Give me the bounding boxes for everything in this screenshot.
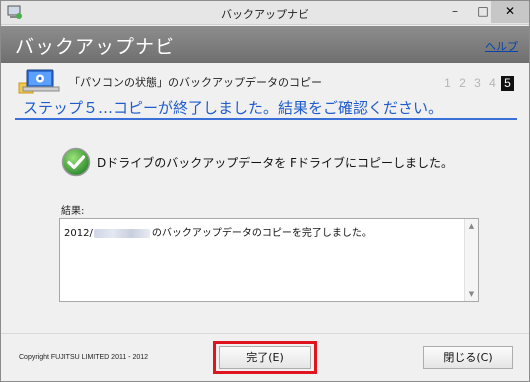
success-check-icon — [61, 147, 91, 177]
footer-divider — [1, 333, 529, 334]
close-window-button[interactable]: ✕ — [491, 1, 529, 23]
title-bar: バックアップナビ – □ ✕ — [1, 1, 529, 25]
step-number: 4 — [489, 76, 496, 90]
minimize-button[interactable]: – — [441, 1, 469, 23]
completion-message: Dドライブのバックアップデータを Fドライブにコピーしました。 — [97, 156, 453, 170]
result-text: 2012/のバックアップデータのコピーを完了しました。 — [64, 224, 372, 239]
header-band: バックアップナビ ヘルプ — [1, 26, 529, 63]
step-heading: ステップ５…コピーが終了しました。結果をご確認ください。 — [23, 99, 444, 117]
scroll-up-icon[interactable]: ▲ — [465, 219, 478, 233]
backup-navi-window: バックアップナビ – □ ✕ バックアップナビ ヘルプ 「パソコンの状態」のバッ… — [0, 0, 530, 382]
step-number: 1 — [444, 76, 451, 90]
step-description: 「パソコンの状態」のバックアップデータのコピー — [69, 76, 322, 89]
result-textbox[interactable]: 2012/のバックアップデータのコピーを完了しました。 ▲ ▼ — [59, 218, 479, 302]
copyright-text: Copyright FUJITSU LIMITED 2011 - 2012 — [19, 354, 149, 361]
laptop-settings-icon — [18, 69, 60, 94]
redacted-datetime — [93, 228, 150, 238]
step-indicator: 12345 — [439, 72, 514, 91]
header-title: バックアップナビ — [15, 36, 176, 58]
scroll-down-icon[interactable]: ▼ — [465, 287, 478, 301]
result-scrollbar[interactable]: ▲ ▼ — [464, 219, 478, 301]
finish-button[interactable]: 完了(E) — [219, 346, 311, 369]
step-number: 3 — [474, 76, 481, 90]
heading-divider — [15, 118, 517, 120]
result-text-date: 2012/ — [64, 228, 93, 239]
close-button[interactable]: 閉じる(C) — [423, 346, 513, 369]
result-text-body: のバックアップデータのコピーを完了しました。 — [151, 228, 372, 239]
help-link[interactable]: ヘルプ — [485, 38, 518, 54]
result-label: 結果: — [61, 206, 85, 217]
step-number: 2 — [459, 76, 466, 90]
step-number-current: 5 — [501, 76, 514, 91]
